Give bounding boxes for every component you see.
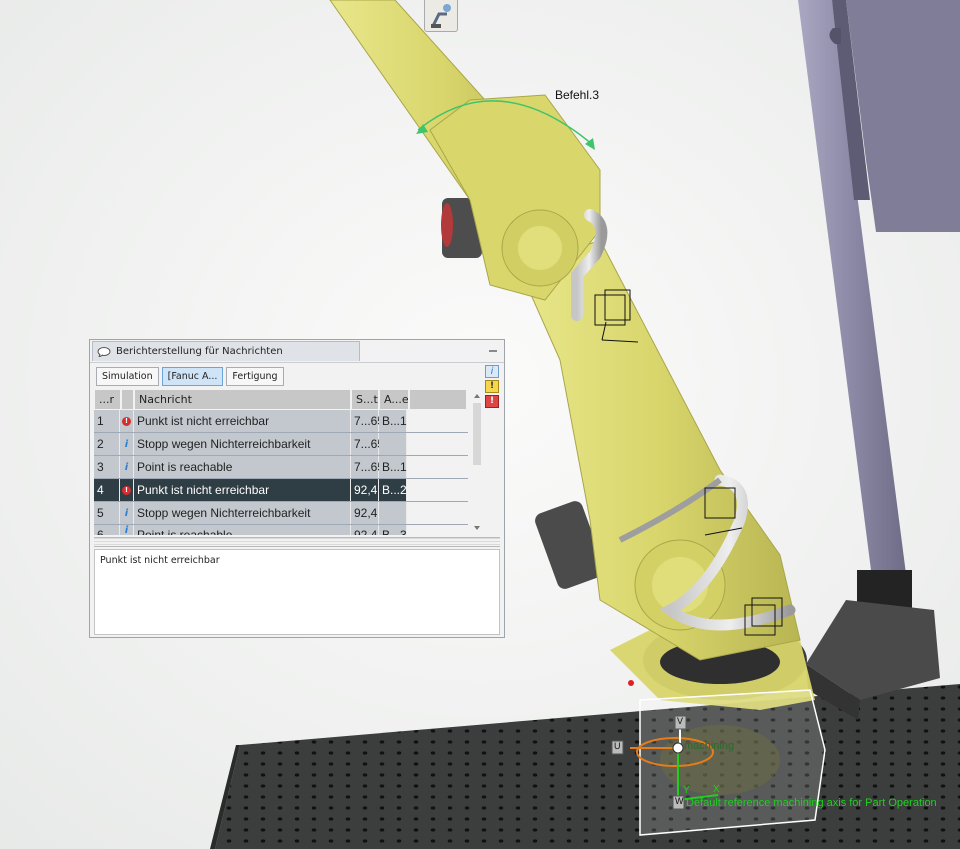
- minimize-icon[interactable]: [488, 344, 498, 354]
- row-message: Point is reachable: [134, 525, 351, 535]
- table-row[interactable]: 3 i Point is reachable 7...65 B...1: [94, 456, 468, 479]
- red-marker: [628, 680, 634, 686]
- table-row[interactable]: 1 ! Punkt ist nicht erreichbar 7...65 B.…: [94, 410, 468, 433]
- info-icon: i: [124, 507, 129, 519]
- panel-titlebar[interactable]: Berichterstellung für Nachrichten: [90, 340, 504, 363]
- row-message: Point is reachable: [134, 456, 351, 478]
- robot-arm-icon: [431, 4, 451, 28]
- row-message: Punkt ist nicht erreichbar: [134, 410, 351, 432]
- warning-filter-icon[interactable]: !: [485, 380, 499, 393]
- speech-bubble-icon: [97, 346, 111, 357]
- table-scrollbar[interactable]: [471, 389, 483, 537]
- error-icon: !: [122, 416, 131, 426]
- table-row-selected[interactable]: 4 ! Punkt ist nicht erreichbar 92,4 B...…: [94, 479, 468, 502]
- row-s: 92,4: [351, 479, 379, 501]
- row-number: 5: [94, 502, 120, 524]
- command-label: Befehl.3: [555, 88, 600, 102]
- column-header-icon[interactable]: [121, 389, 134, 410]
- row-message: Stopp wegen Nichterreichbarkeit: [134, 433, 351, 455]
- splitter[interactable]: [94, 537, 500, 547]
- info-icon: i: [124, 525, 129, 535]
- table-row[interactable]: 6 i Point is reachable 92,4 B...3: [94, 525, 468, 535]
- table-row[interactable]: 5 i Stopp wegen Nichterreichbarkeit 92,4: [94, 502, 468, 525]
- row-s: 92,4: [351, 502, 379, 524]
- row-a: B...2: [379, 479, 407, 501]
- tab-fanuc[interactable]: [Fanuc A...: [161, 367, 224, 386]
- scroll-up-icon[interactable]: [471, 391, 483, 401]
- column-header-message[interactable]: Nachricht: [134, 389, 351, 410]
- row-message: Stopp wegen Nichterreichbarkeit: [134, 502, 351, 524]
- row-number: 2: [94, 433, 120, 455]
- column-header-number[interactable]: ...r: [94, 389, 121, 410]
- panel-title-tab[interactable]: Berichterstellung für Nachrichten: [92, 341, 360, 361]
- axis-u-label: U: [614, 741, 621, 751]
- error-filter-icon[interactable]: !: [485, 395, 499, 408]
- row-message: Punkt ist nicht erreichbar: [134, 479, 351, 501]
- message-tabs: Simulation [Fanuc A... Fertigung: [96, 367, 284, 386]
- axis-x-label: X: [713, 784, 720, 795]
- column-header-spacer: [409, 389, 467, 410]
- row-s: 7...65: [351, 410, 384, 432]
- filter-icons: i ! !: [485, 365, 499, 408]
- scroll-down-icon[interactable]: [471, 523, 483, 533]
- message-report-panel[interactable]: Berichterstellung für Nachrichten Simula…: [89, 339, 505, 638]
- column-header-a[interactable]: A...e: [379, 389, 409, 410]
- row-a: [379, 433, 407, 455]
- axis-y-label: Y: [683, 785, 690, 796]
- info-icon: i: [124, 438, 129, 450]
- row-a: B...1: [379, 456, 407, 478]
- axis-v-label: V: [677, 716, 684, 726]
- row-s: 92,4: [351, 525, 379, 535]
- message-detail: Punkt ist nicht erreichbar: [94, 549, 500, 635]
- scrollbar-thumb[interactable]: [473, 403, 481, 465]
- axis-w-label: W: [675, 796, 684, 806]
- row-number: 1: [94, 410, 120, 432]
- info-icon: i: [124, 461, 129, 473]
- row-number: 6: [94, 525, 120, 535]
- messages-table: ...r Nachricht S...t A...e 1 ! Punkt ist…: [94, 389, 468, 541]
- row-s: 7...65: [351, 433, 384, 455]
- machining-axis-label: Default reference machining axis for Par…: [686, 797, 937, 809]
- info-filter-icon[interactable]: i: [485, 365, 499, 378]
- table-row[interactable]: 2 i Stopp wegen Nichterreichbarkeit 7...…: [94, 433, 468, 456]
- tab-fertigung[interactable]: Fertigung: [226, 367, 284, 386]
- table-header: ...r Nachricht S...t A...e: [94, 389, 468, 410]
- tool-point: [672, 742, 684, 754]
- tab-simulation[interactable]: Simulation: [96, 367, 159, 386]
- row-a: B...1: [379, 410, 407, 432]
- error-icon: !: [122, 485, 131, 495]
- machining-short-label: machining: [684, 740, 735, 752]
- column-header-s[interactable]: S...t: [351, 389, 379, 410]
- row-s: 7...65: [351, 456, 384, 478]
- row-number: 4: [94, 479, 120, 501]
- panel-title: Berichterstellung für Nachrichten: [116, 346, 283, 357]
- robot-joint-upper-hub: [518, 226, 562, 270]
- row-a: [379, 502, 407, 524]
- row-number: 3: [94, 456, 120, 478]
- row-a: B...3: [379, 525, 407, 535]
- robot-command-button[interactable]: [424, 0, 458, 32]
- motor-cap-red: [441, 203, 453, 247]
